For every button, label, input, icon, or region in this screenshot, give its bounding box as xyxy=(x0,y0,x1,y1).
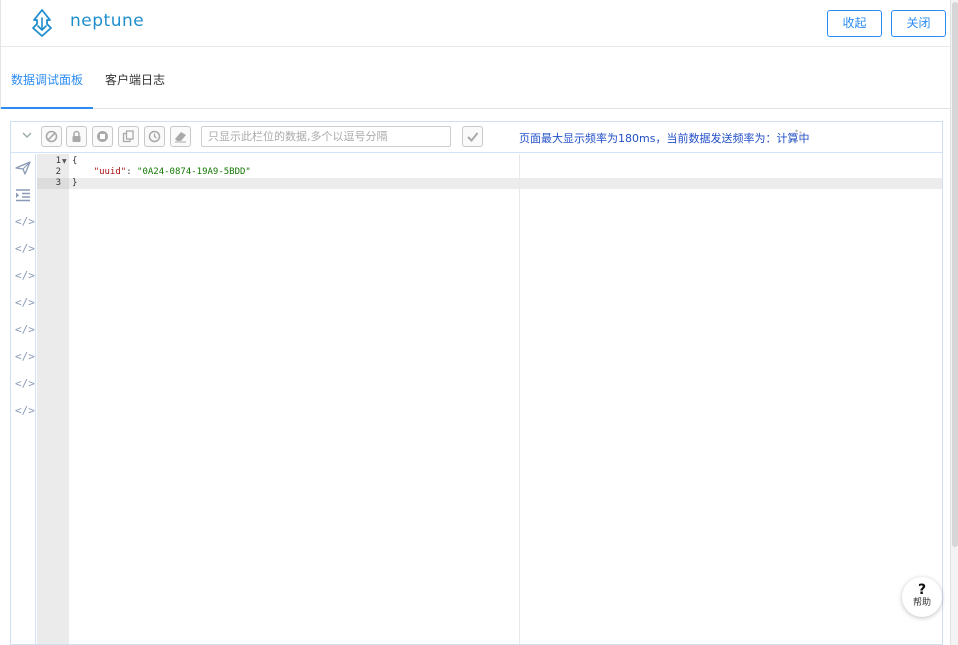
neptune-logo-icon xyxy=(32,9,52,37)
tab-client-log[interactable]: 客户端日志 xyxy=(105,47,165,109)
code-icon[interactable]: </> xyxy=(15,349,35,365)
collapse-button[interactable]: 收起 xyxy=(827,10,882,37)
json-editor[interactable]: 1 ▼ 2 3 { "uuid": "0A24-0874-19A9-5BDD" … xyxy=(37,154,942,644)
timer-button[interactable] xyxy=(144,126,165,147)
tab-data-debug-panel[interactable]: 数据调试面板 xyxy=(1,47,93,109)
app-header: neptune 收起 关闭 xyxy=(0,0,950,47)
apply-filter-button[interactable] xyxy=(462,126,483,147)
help-button[interactable]: ? 帮助 xyxy=(902,577,942,617)
json-value: "0A24-0874-19A9-5BDD" xyxy=(137,167,251,177)
code-icon[interactable]: </> xyxy=(15,376,35,392)
code-line: { xyxy=(72,156,78,166)
active-line-highlight xyxy=(69,178,942,189)
code-icon[interactable]: </> xyxy=(15,322,35,338)
code-icon[interactable]: </> xyxy=(15,241,35,257)
frequency-status-text: 页面最大显示频率为180ms，当前数据发送频率为：计算中 xyxy=(519,132,810,145)
line-number: 2 xyxy=(55,167,61,177)
code-icon[interactable]: </> xyxy=(15,403,35,419)
tab-bar: 数据调试面板 客户端日志 xyxy=(0,47,950,109)
code-icon[interactable]: </> xyxy=(15,214,35,230)
code-icon[interactable]: </> xyxy=(15,268,35,284)
stop-icon xyxy=(97,131,108,142)
indent-icon[interactable] xyxy=(15,187,31,203)
code-line: "uuid": "0A24-0874-19A9-5BDD" xyxy=(93,167,251,177)
debug-panel: 页面最大显示频率为180ms，当前数据发送频率为：计算中 </> </> </>… xyxy=(10,121,943,645)
copy-button[interactable] xyxy=(118,126,139,147)
page-scrollbar-thumb[interactable] xyxy=(952,2,958,547)
chevron-down-icon[interactable] xyxy=(20,129,34,143)
code-line: } xyxy=(72,178,78,188)
field-filter-input[interactable] xyxy=(201,126,451,147)
debug-toolbar: 页面最大显示频率为180ms，当前数据发送频率为：计算中 xyxy=(11,122,942,153)
json-key: "uuid" xyxy=(93,167,127,177)
page-scrollbar[interactable] xyxy=(950,0,958,645)
brand-name: neptune xyxy=(70,11,145,31)
eraser-icon xyxy=(175,132,186,143)
print-margin xyxy=(519,154,520,644)
check-icon xyxy=(467,132,479,142)
editor-gutter xyxy=(37,154,69,644)
code-icon[interactable]: </> xyxy=(15,295,35,311)
lock-button[interactable] xyxy=(66,126,87,147)
help-label: 帮助 xyxy=(912,598,931,608)
erase-button[interactable] xyxy=(170,126,191,147)
send-icon[interactable] xyxy=(15,160,31,176)
question-mark-icon: ? xyxy=(917,582,927,598)
clock-icon xyxy=(148,130,161,143)
lock-icon xyxy=(72,130,81,142)
clear-button[interactable] xyxy=(41,126,62,147)
copy-icon xyxy=(122,130,134,143)
line-number: 1 xyxy=(55,156,61,166)
ban-icon xyxy=(45,130,58,143)
side-icon-bar: </> </> </> </> </> </> </> </> xyxy=(11,154,36,644)
close-button[interactable]: 关闭 xyxy=(891,10,946,37)
stop-button[interactable] xyxy=(92,126,113,147)
fold-arrow-icon[interactable]: ▼ xyxy=(62,156,67,167)
loading-spinner-icon xyxy=(790,129,804,144)
line-number: 3 xyxy=(55,178,61,188)
